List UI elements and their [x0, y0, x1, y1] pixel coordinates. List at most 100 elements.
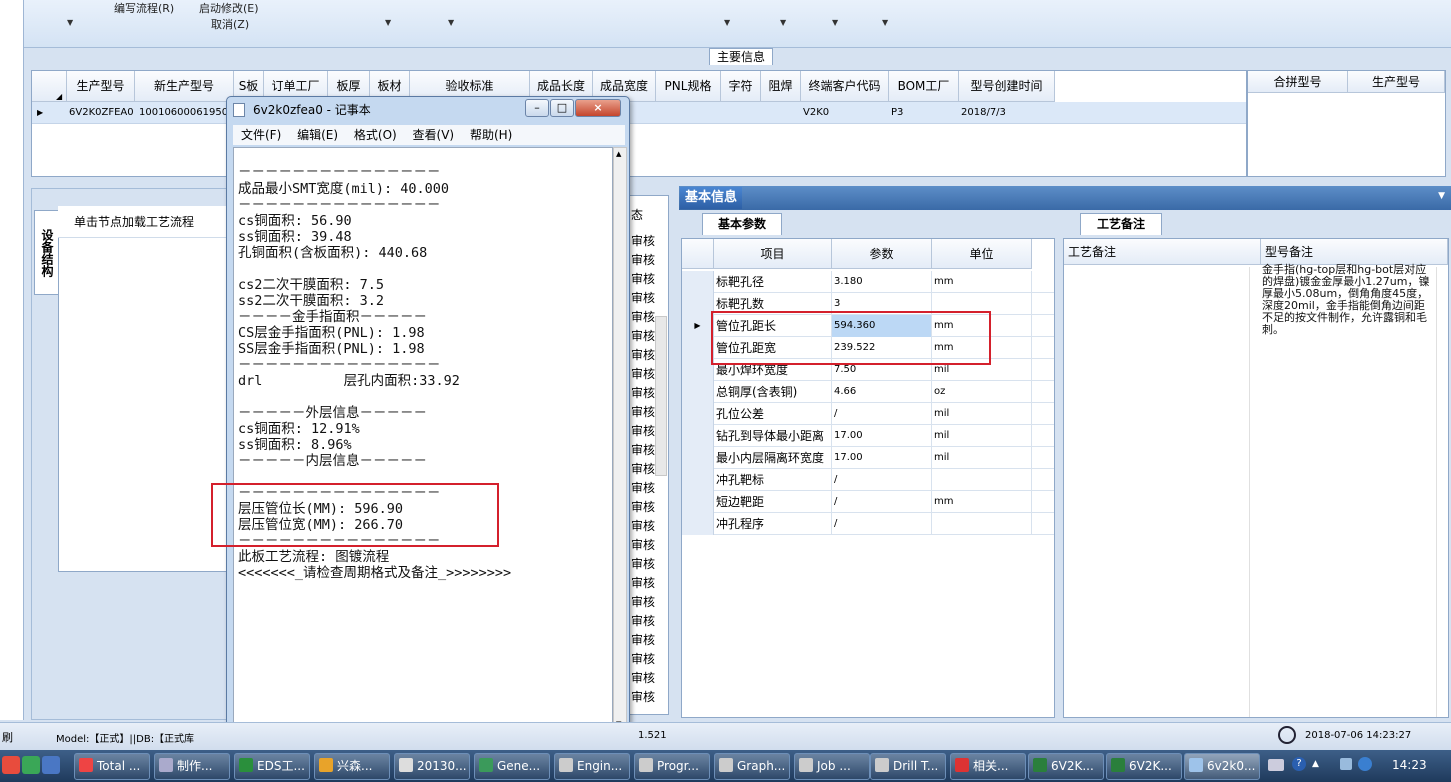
taskbar-item[interactable]: Drill T...: [870, 753, 946, 780]
table-row[interactable]: 冲孔靶标 /: [682, 469, 1054, 491]
col-header-pnl-spec[interactable]: PNL规格: [656, 71, 721, 102]
menu-file[interactable]: 文件(F): [241, 128, 281, 142]
tray-up-icon[interactable]: ▲: [1312, 759, 1319, 769]
col-header-merge-model[interactable]: 合拼型号: [1248, 71, 1348, 93]
table-row[interactable]: 短边靶距 / mm: [682, 491, 1054, 513]
text-line: drl 层孔内面积:33.92: [238, 373, 460, 389]
app-icon[interactable]: [22, 756, 40, 774]
notepad-text-area[interactable]: －－－－－－－－－－－－－－－ 成品最小SMT宽度(mil): 40.000 －…: [233, 147, 613, 731]
taskbar-item[interactable]: 相关...: [950, 753, 1026, 780]
taskbar-item[interactable]: Graph...: [714, 753, 790, 780]
taskbar-item[interactable]: 6V2K...: [1106, 753, 1182, 780]
menu-edit[interactable]: 编辑(E): [297, 128, 338, 142]
app-icon[interactable]: [42, 756, 60, 774]
text-line: －－－－－外层信息－－－－－: [238, 405, 427, 421]
tab-equipment-structure[interactable]: 设备结构: [34, 210, 58, 295]
col-header-bom-factory[interactable]: BOM工厂: [889, 71, 959, 102]
table-row[interactable]: 钻孔到导体最小距离 17.00 mil: [682, 425, 1054, 447]
scrollbar-thumb[interactable]: [655, 316, 667, 476]
chevron-down-icon[interactable]: ▼: [1438, 191, 1445, 201]
param-value[interactable]: 17.00: [832, 447, 932, 469]
dropdown-arrow-icon[interactable]: ▼: [385, 18, 391, 27]
keyboard-icon[interactable]: [1268, 759, 1284, 771]
col-header-param[interactable]: 参数: [832, 239, 932, 269]
taskbar-item[interactable]: Progr...: [634, 753, 710, 780]
taskbar-item[interactable]: 兴森...: [314, 753, 390, 780]
table-row[interactable]: 孔位公差 / mil: [682, 403, 1054, 425]
tray-app-icon[interactable]: [1358, 757, 1372, 771]
row-indicator: [682, 293, 714, 315]
dropdown-arrow-icon[interactable]: ▼: [724, 18, 730, 27]
param-value[interactable]: 3.180: [832, 271, 932, 293]
param-value[interactable]: /: [832, 469, 932, 491]
menu-item-start-modify[interactable]: 启动修改(E): [199, 0, 259, 16]
dropdown-arrow-icon[interactable]: ▼: [67, 18, 73, 27]
col-header-model-note[interactable]: 型号备注: [1261, 239, 1448, 265]
taskbar-item[interactable]: Job ...: [794, 753, 870, 780]
vertical-scrollbar[interactable]: ▲ ▼: [613, 147, 627, 731]
text-line: <<<<<<<_请检查周期格式及备注_>>>>>>>>: [238, 565, 512, 581]
close-button[interactable]: ×: [575, 99, 621, 117]
col-header-craft-note[interactable]: 工艺备注: [1064, 239, 1261, 265]
taskbar-item[interactable]: Engin...: [554, 753, 630, 780]
menu-view[interactable]: 查看(V): [413, 128, 455, 142]
menu-item-cancel[interactable]: 取消(Z): [211, 16, 249, 32]
table-row[interactable]: ▶ 6V2K0ZFEA0 10010600061950 V2K0 P3 2018…: [32, 102, 1246, 124]
tab-main-info[interactable]: 主要信息: [709, 48, 773, 65]
taskbar-clock[interactable]: 14:23: [1392, 758, 1427, 772]
maximize-button[interactable]: □: [550, 99, 574, 117]
param-value[interactable]: 17.00: [832, 425, 932, 447]
scrollbar[interactable]: [1249, 267, 1261, 717]
process-tree[interactable]: [58, 206, 230, 572]
taskbar-item[interactable]: 6V2K...: [1028, 753, 1104, 780]
col-header-production-model-2[interactable]: 生产型号: [1348, 71, 1445, 93]
menu-format[interactable]: 格式(O): [354, 128, 397, 142]
text-line: SS层金手指面积(PNL): 1.98: [238, 341, 425, 357]
taskbar-item[interactable]: EDS工...: [234, 753, 310, 780]
merge-model-grid: 合拼型号 生产型号: [1247, 70, 1446, 177]
param-value[interactable]: /: [832, 403, 932, 425]
help-icon[interactable]: ?: [1292, 757, 1306, 771]
tab-basic-params[interactable]: 基本参数: [702, 213, 782, 235]
param-value[interactable]: /: [832, 491, 932, 513]
status-cell: 审核: [631, 595, 656, 609]
scroll-up-icon[interactable]: ▲: [616, 150, 621, 158]
taskbar-item[interactable]: 制作...: [154, 753, 230, 780]
taskbar-item[interactable]: Gene...: [474, 753, 550, 780]
text-line: 成品最小SMT宽度(mil): 40.000: [238, 181, 450, 197]
row-indicator: [682, 513, 714, 535]
col-header-production-model[interactable]: 生产型号: [67, 71, 135, 102]
app-icon[interactable]: [2, 756, 20, 774]
dropdown-arrow-icon[interactable]: ▼: [882, 18, 888, 27]
taskbar-item-active[interactable]: 6v2k0...: [1184, 753, 1260, 780]
menu-item-write-flow[interactable]: 编写流程(R): [114, 0, 174, 16]
col-header-model-created[interactable]: 型号创建时间: [959, 71, 1055, 102]
col-header-customer-code[interactable]: 终端客户代码: [801, 71, 889, 102]
row-indicator: [682, 447, 714, 469]
network-icon[interactable]: [1340, 758, 1352, 770]
dropdown-arrow-icon[interactable]: ▼: [780, 18, 786, 27]
dropdown-arrow-icon[interactable]: ▼: [448, 18, 454, 27]
table-row[interactable]: 最小内层隔离环宽度 17.00 mil: [682, 447, 1054, 469]
app-icon: [1189, 758, 1203, 772]
taskbar-item[interactable]: 20130...: [394, 753, 470, 780]
col-header-char[interactable]: 字符: [721, 71, 761, 102]
col-header-new-model[interactable]: 新生产型号: [135, 71, 234, 102]
param-value[interactable]: 4.66: [832, 381, 932, 403]
tab-basic-info[interactable]: 基本信息: [680, 187, 742, 209]
taskbar-item[interactable]: Total ...: [74, 753, 150, 780]
status-datetime: 2018-07-06 14:23:27: [1305, 730, 1412, 741]
col-header-item[interactable]: 项目: [714, 239, 832, 269]
minimize-button[interactable]: –: [525, 99, 549, 117]
dropdown-arrow-icon[interactable]: ▼: [832, 18, 838, 27]
param-name: 钻孔到导体最小距离: [714, 425, 832, 447]
tab-craft-notes[interactable]: 工艺备注: [1080, 213, 1162, 235]
menu-help[interactable]: 帮助(H): [470, 128, 512, 142]
param-value[interactable]: /: [832, 513, 932, 535]
scrollbar[interactable]: [1436, 267, 1448, 717]
col-header-solder-mask[interactable]: 阻焊: [761, 71, 801, 102]
col-header-unit[interactable]: 单位: [932, 239, 1032, 269]
table-row[interactable]: 标靶孔径 3.180 mm: [682, 271, 1054, 293]
table-row[interactable]: 总铜厚(含表铜) 4.66 oz: [682, 381, 1054, 403]
table-row[interactable]: 冲孔程序 /: [682, 513, 1054, 535]
